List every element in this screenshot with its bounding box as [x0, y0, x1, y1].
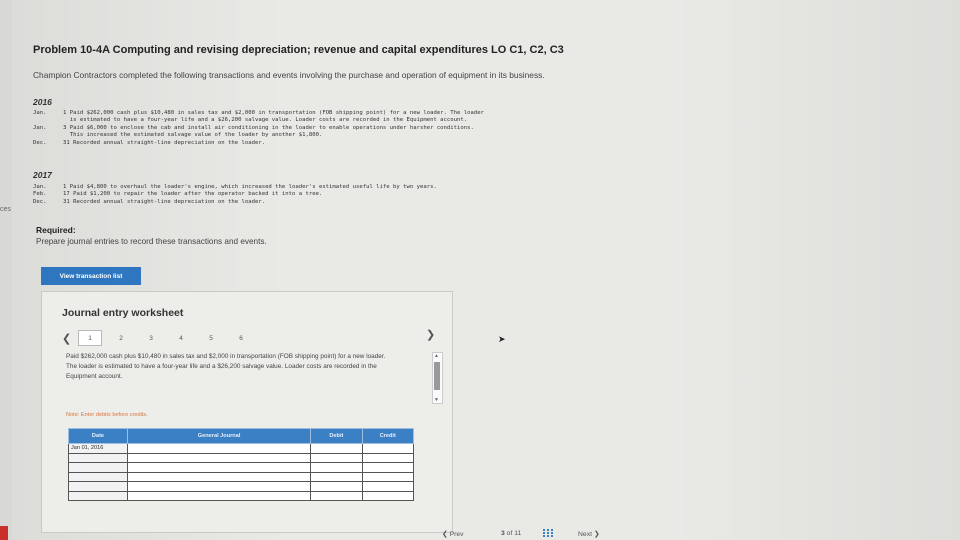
- transaction-row: is estimated to have a four-year life an…: [63, 117, 468, 124]
- chevron-left-icon[interactable]: ❮: [62, 332, 78, 345]
- transaction-row: Dec. 31 Recorded annual straight-line dep…: [33, 198, 266, 205]
- page-indicator: 3 of 11: [501, 530, 521, 537]
- credit-input[interactable]: [361, 481, 415, 492]
- debit-input[interactable]: [310, 481, 363, 492]
- worksheet-pager: ❮ 1 2 3 4 5 6: [62, 330, 256, 346]
- column-date: Date: [68, 428, 128, 444]
- scroll-down-icon[interactable]: ▼: [434, 397, 439, 403]
- debit-input[interactable]: [310, 462, 363, 473]
- chevron-left-icon: ❮: [442, 531, 448, 538]
- table-row: Jan 01, 2016: [68, 443, 415, 454]
- debit-input[interactable]: [310, 471, 363, 482]
- date-cell: [68, 490, 128, 501]
- mouse-cursor-icon: ➤: [498, 334, 506, 344]
- required-text: Prepare journal entries to record these …: [36, 237, 267, 246]
- debit-input[interactable]: [310, 490, 363, 501]
- account-input[interactable]: [126, 452, 312, 463]
- transaction-row: Jan. 1 Paid $262,000 cash plus $10,480 in…: [33, 110, 484, 116]
- transaction-row: Jan. 3 Paid $6,000 to enclose the cab and…: [33, 124, 474, 131]
- current-page: 3: [501, 530, 505, 537]
- credit-input[interactable]: [361, 462, 415, 473]
- table-row: [68, 471, 415, 482]
- debit-input[interactable]: [310, 443, 363, 454]
- year-2017: 2017: [33, 170, 52, 180]
- problem-title: Problem 10-4A Computing and revising dep…: [33, 44, 564, 56]
- chevron-right-icon: ❯: [593, 531, 600, 538]
- credit-input[interactable]: [361, 452, 415, 463]
- account-input[interactable]: [126, 471, 312, 482]
- page-tab-1[interactable]: 1: [78, 330, 102, 346]
- table-row: [68, 490, 415, 501]
- table-row: [68, 462, 415, 473]
- next-label: Next: [578, 531, 592, 538]
- credit-input[interactable]: [361, 471, 415, 482]
- scroll-up-icon[interactable]: ▲: [434, 353, 439, 359]
- page-total: of 11: [506, 530, 522, 537]
- chevron-right-icon[interactable]: ❯: [426, 328, 435, 341]
- account-input[interactable]: [126, 490, 312, 501]
- prev-label: Prev: [449, 531, 464, 538]
- scroll-thumb[interactable]: [434, 362, 440, 390]
- problem-intro: Champion Contractors completed the follo…: [33, 70, 545, 80]
- entry-description: Paid $262,000 cash plus $10,480 in sales…: [66, 353, 386, 380]
- account-input[interactable]: [126, 481, 312, 492]
- column-credit: Credit: [361, 428, 415, 444]
- column-debit: Debit: [310, 428, 363, 444]
- credit-input[interactable]: [361, 443, 415, 454]
- grid-icon[interactable]: [543, 529, 553, 537]
- entry-description-box: Paid $262,000 cash plus $10,480 in sales…: [66, 352, 430, 408]
- view-transaction-list-button[interactable]: View transaction list: [41, 267, 141, 285]
- entry-note: Note: Enter debits before credits.: [66, 412, 148, 418]
- table-row: [68, 481, 415, 492]
- transaction-row: Jan. 1 Paid $4,800 to overhaul the loader…: [33, 184, 437, 190]
- red-marker: [0, 526, 8, 540]
- description-scrollbar[interactable]: ▲ ▼: [432, 352, 443, 404]
- page-tab-6[interactable]: 6: [226, 335, 256, 342]
- table-row: [68, 452, 415, 463]
- journal-table: Date General Journal Debit Credit Jan 01…: [68, 428, 415, 501]
- transaction-row: Dec. 31 Recorded annual straight-line dep…: [33, 139, 266, 146]
- transaction-row: This increased the estimated salvage val…: [63, 132, 323, 139]
- year-2016: 2016: [33, 97, 52, 107]
- date-cell: [68, 481, 128, 492]
- date-cell: [68, 462, 128, 473]
- required-heading: Required:: [36, 225, 76, 235]
- transaction-row: Feb. 17 Paid $1,200 to repair the loader …: [33, 191, 323, 198]
- transactions-2017: Jan. 1 Paid $4,800 to overhaul the loader…: [33, 184, 663, 206]
- date-cell: Jan 01, 2016: [68, 443, 128, 454]
- date-cell: [68, 471, 128, 482]
- left-rail: [0, 0, 12, 540]
- journal-entry-worksheet: Journal entry worksheet ❮ 1 2 3 4 5 6 ❯ …: [41, 291, 453, 533]
- next-button[interactable]: Next ❯: [578, 530, 600, 538]
- debit-input[interactable]: [310, 452, 363, 463]
- page-tab-2[interactable]: 2: [106, 335, 136, 342]
- left-rail-label: ces: [0, 206, 11, 213]
- account-input[interactable]: [126, 443, 312, 454]
- page-tab-3[interactable]: 3: [136, 335, 166, 342]
- date-cell: [68, 452, 128, 463]
- credit-input[interactable]: [361, 490, 415, 501]
- page-tab-5[interactable]: 5: [196, 335, 226, 342]
- column-general-journal: General Journal: [126, 428, 312, 444]
- page-tab-4[interactable]: 4: [166, 335, 196, 342]
- account-input[interactable]: [126, 462, 312, 473]
- worksheet-title: Journal entry worksheet: [62, 307, 184, 319]
- prev-button[interactable]: ❮ Prev: [442, 530, 464, 538]
- transactions-2016: Jan. 1 Paid $262,000 cash plus $10,480 in…: [33, 110, 663, 147]
